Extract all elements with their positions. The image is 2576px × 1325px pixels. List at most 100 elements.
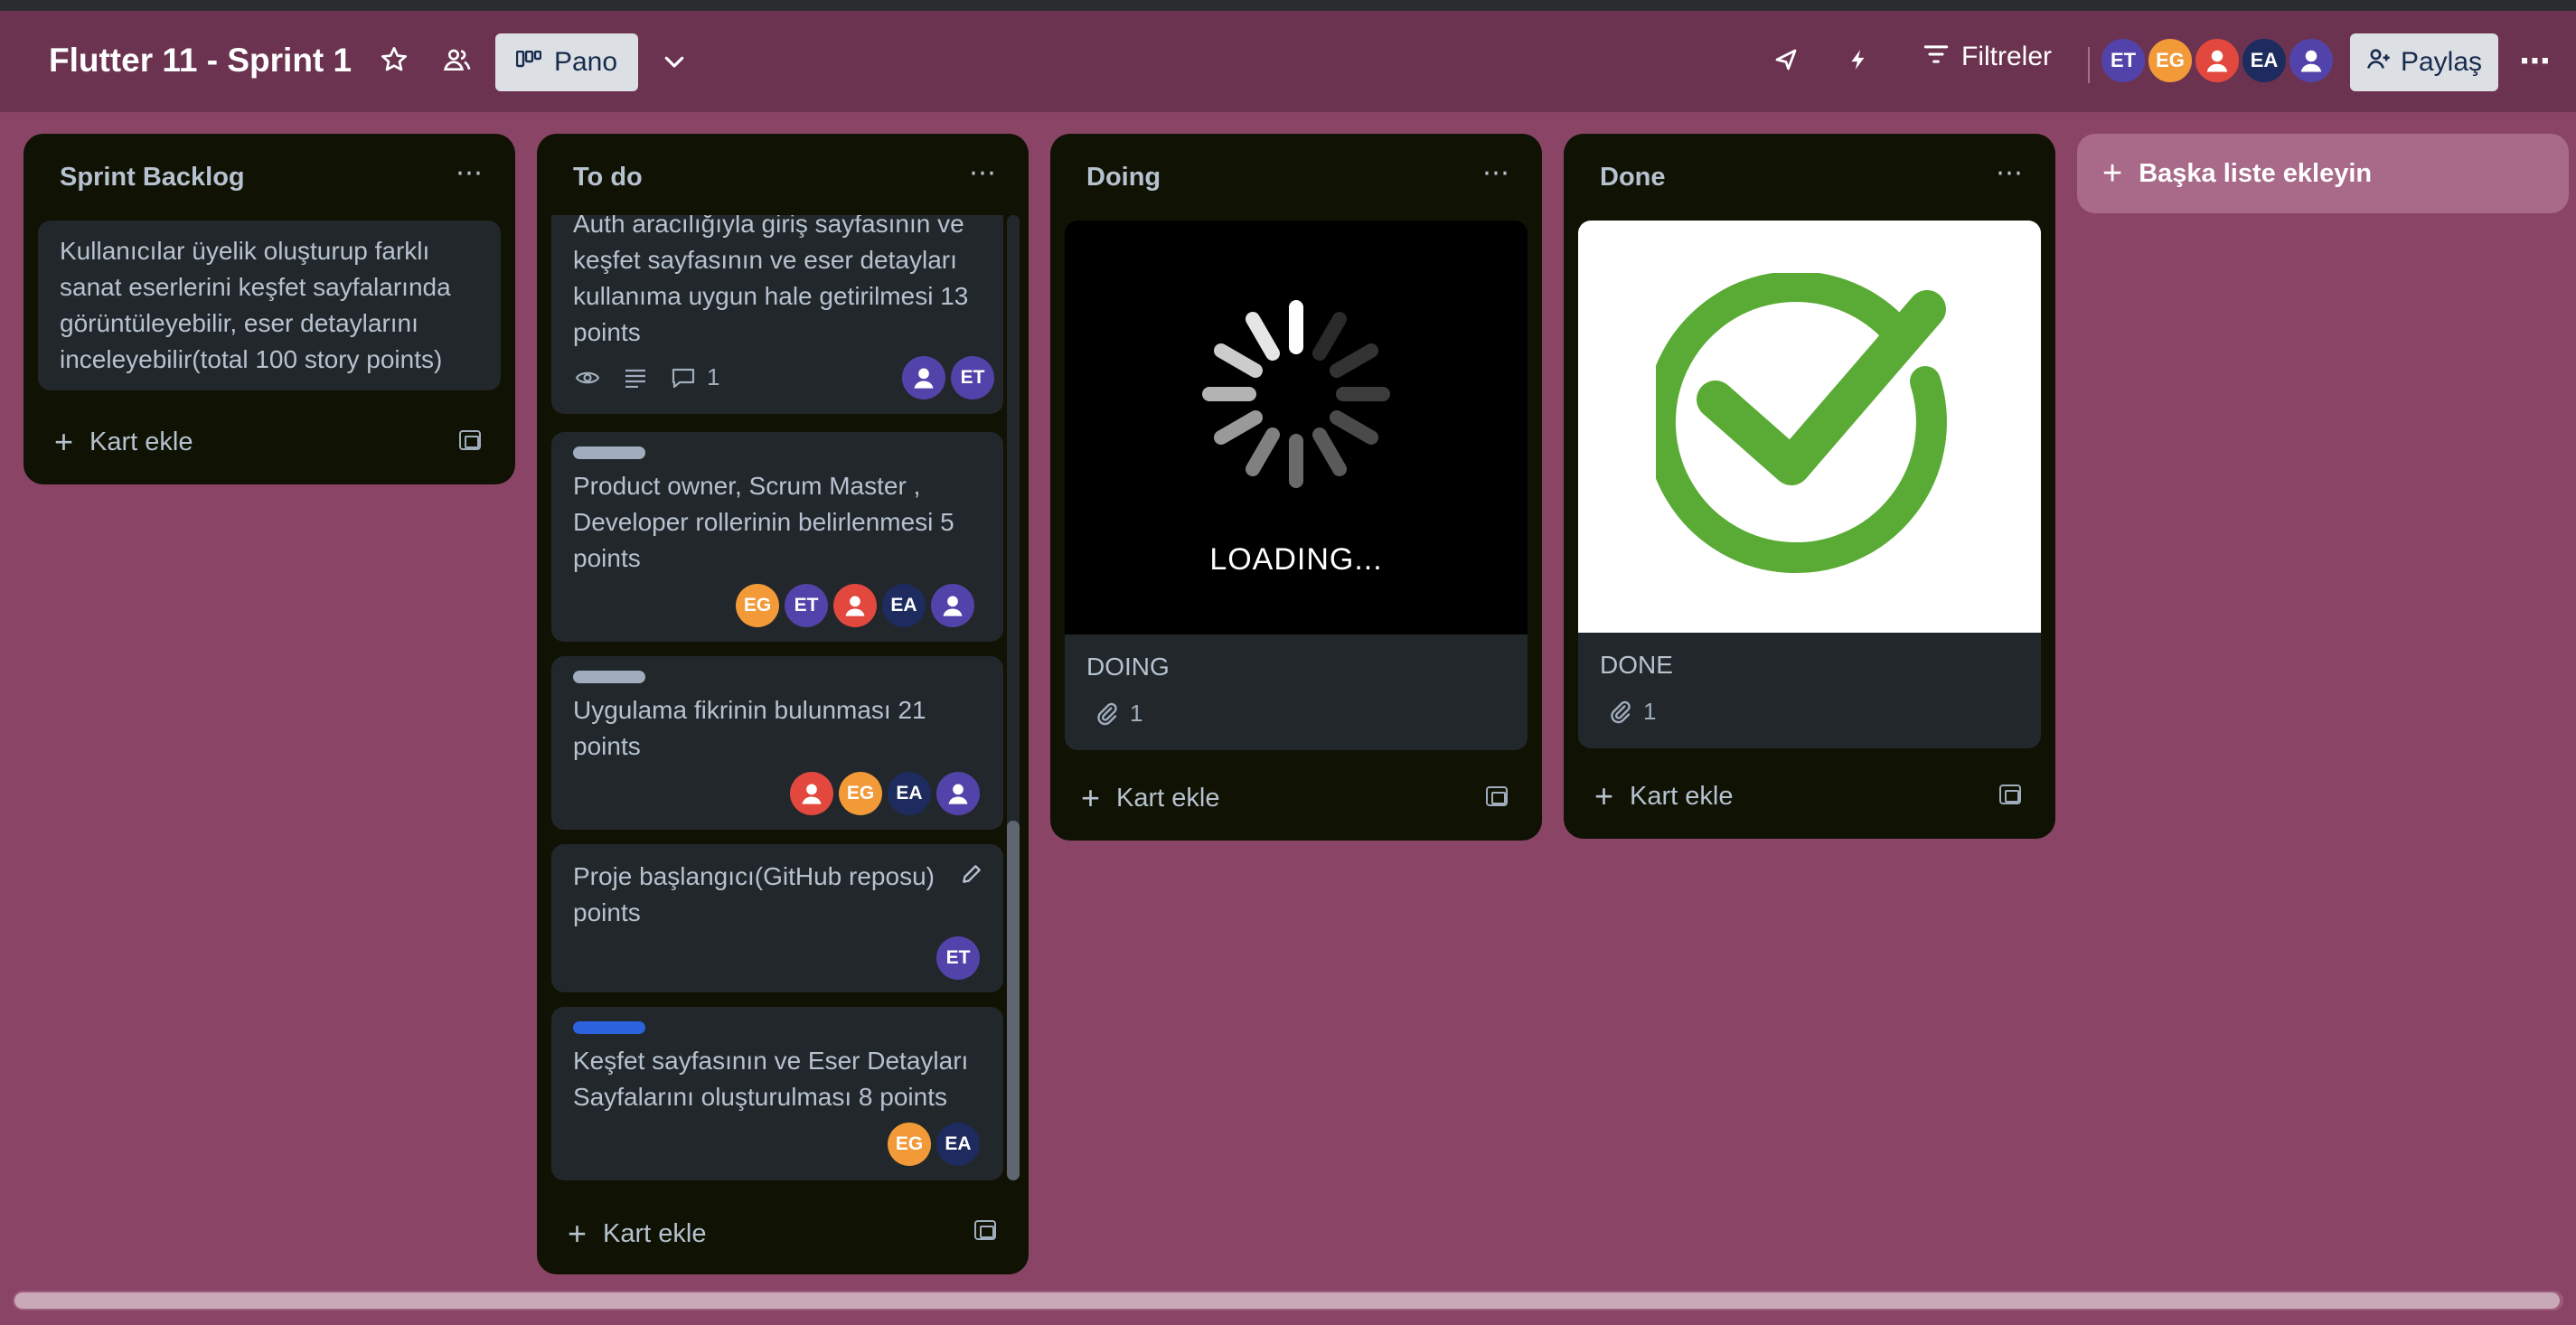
card-badges: 1 [1095,700,1142,728]
person-icon [2206,50,2228,72]
person-icon [948,784,968,804]
member-avatar-et[interactable]: ET [936,936,980,980]
header-divider [2088,47,2090,83]
list-title[interactable]: To do [573,163,643,193]
card-cover-image [1578,221,2041,633]
edit-pencil-icon[interactable] [960,862,983,890]
person-icon [845,596,865,616]
add-card-button[interactable]: + Kart ekle [1081,779,1219,817]
member-avatar-red[interactable] [833,584,877,627]
list-doing: Doing ⋯ LOADING... DOING 1 + Kart ekle [1050,134,1542,841]
board-view-label: Pano [553,47,618,77]
card-template-icon[interactable] [1486,786,1508,806]
member-avatar-et[interactable]: ET [2099,36,2148,85]
to-do-scroll-area[interactable]: Auth aracılığıyla giriş sayfasının ve ke… [537,215,1029,1188]
card[interactable]: Auth aracılığıyla giriş sayfasının ve ke… [551,215,1003,414]
member-avatar-red[interactable] [790,772,833,815]
card-badges: 1 [575,363,719,391]
person-icon [2300,50,2322,72]
board-view-button[interactable]: Pano [495,33,638,91]
list-scrollbar-thumb[interactable] [1007,821,1020,1180]
share-button[interactable]: Paylaş [2350,33,2498,91]
list-menu-icon[interactable]: ⋯ [1482,157,1511,189]
card[interactable]: Uygulama fikrinin bulunması 21 points EG… [551,656,1003,830]
loading-spinner-icon [1202,300,1390,488]
card-title: DOING [1086,653,1170,681]
board-scrollbar-thumb[interactable] [14,1292,2560,1309]
member-avatar-ea[interactable]: EA [888,772,931,815]
member-avatar-purple[interactable] [936,772,980,815]
member-avatar-purple[interactable] [931,584,974,627]
card-template-icon[interactable] [459,430,481,450]
share-label: Paylaş [2400,47,2483,77]
add-card-button[interactable]: + Kart ekle [568,1215,706,1253]
card-title: Product owner, Scrum Master , Developer … [573,472,954,572]
list-menu-icon[interactable]: ⋯ [1996,157,2025,189]
window-top-strip [0,0,2576,11]
member-avatar-purple[interactable] [2287,36,2336,85]
plus-icon: + [54,423,74,460]
card[interactable]: DONE 1 [1578,221,2041,748]
more-menu-icon[interactable]: ⋯ [2516,43,2556,80]
card[interactable]: Product owner, Scrum Master , Developer … [551,432,1003,642]
card-title: Keşfet sayfasının ve Eser Detayları Sayf… [573,1047,969,1111]
watch-eye-icon [575,371,600,383]
plus-icon: + [1594,777,1614,814]
person-icon [943,596,963,616]
card-template-icon[interactable] [974,1220,996,1240]
list-title[interactable]: Doing [1086,163,1161,193]
add-list-label: Başka liste ekleyin [2139,158,2373,188]
list-menu-icon[interactable]: ⋯ [456,157,484,189]
add-person-icon [2366,46,2392,79]
card-title: Uygulama fikrinin bulunması 21 points [573,696,926,760]
cover-loading-text: LOADING... [1209,542,1383,577]
star-icon[interactable] [376,42,412,78]
card-title: Kullanıcılar üyelik oluşturup farklı san… [60,237,451,373]
list-title[interactable]: Done [1600,163,1666,193]
filter-button[interactable]: Filtreler [1923,42,2052,72]
chevron-down-icon[interactable] [656,43,692,80]
card-title: Proje başlangıcı(GitHub reposu) points [573,862,935,926]
add-card-button[interactable]: + Kart ekle [54,423,193,461]
plus-icon: + [568,1215,588,1252]
attachment-count: 1 [1643,698,1657,725]
card[interactable]: Proje başlangıcı(GitHub reposu) points E… [551,844,1003,992]
card-cover-image: LOADING... [1065,221,1528,634]
add-card-button[interactable]: + Kart ekle [1594,777,1733,815]
member-avatar-eg[interactable]: EG [2146,36,2195,85]
board-header: Flutter 11 - Sprint 1 Pano Filtreler ET … [0,11,2576,112]
member-avatar-ea[interactable]: EA [936,1123,980,1166]
member-avatar-ea[interactable]: EA [882,584,926,627]
description-icon [625,369,645,388]
member-avatar-et[interactable]: ET [951,356,994,399]
attachment-icon [1611,700,1631,723]
team-visibility-icon[interactable] [439,42,475,78]
member-avatar[interactable] [902,356,945,399]
card-label [573,1021,645,1034]
power-ups-icon[interactable] [1768,42,1804,78]
member-avatar-et[interactable]: ET [785,584,828,627]
card[interactable]: Keşfet sayfasının ve Eser Detayları Sayf… [551,1007,1003,1180]
member-avatar-eg[interactable]: EG [888,1123,931,1166]
card-title: Auth aracılığıyla giriş sayfasının ve ke… [573,215,969,346]
board-title[interactable]: Flutter 11 - Sprint 1 [49,42,352,80]
member-avatar-eg[interactable]: EG [839,772,882,815]
attachment-count: 1 [1130,700,1143,727]
list-done: Done ⋯ DONE 1 + Kart ekle [1564,134,2055,839]
person-icon [802,784,822,804]
automation-icon[interactable] [1840,42,1876,78]
card-label [573,446,645,459]
card[interactable]: LOADING... DOING 1 [1065,221,1528,750]
card[interactable]: Kullanıcılar üyelik oluşturup farklı san… [38,221,501,390]
member-avatar-red[interactable] [2193,36,2242,85]
comment-count: 1 [707,363,720,390]
add-list-button[interactable]: + Başka liste ekleyin [2077,134,2569,213]
list-sprint-backlog: Sprint Backlog ⋯ Kullanıcılar üyelik olu… [24,134,515,484]
filter-label: Filtreler [1961,42,2053,71]
list-menu-icon[interactable]: ⋯ [969,157,998,189]
card-template-icon[interactable] [1999,785,2021,804]
person-icon [914,368,934,389]
member-avatar-ea[interactable]: EA [2240,36,2289,85]
member-avatar-eg[interactable]: EG [736,584,779,627]
list-title[interactable]: Sprint Backlog [60,163,245,193]
